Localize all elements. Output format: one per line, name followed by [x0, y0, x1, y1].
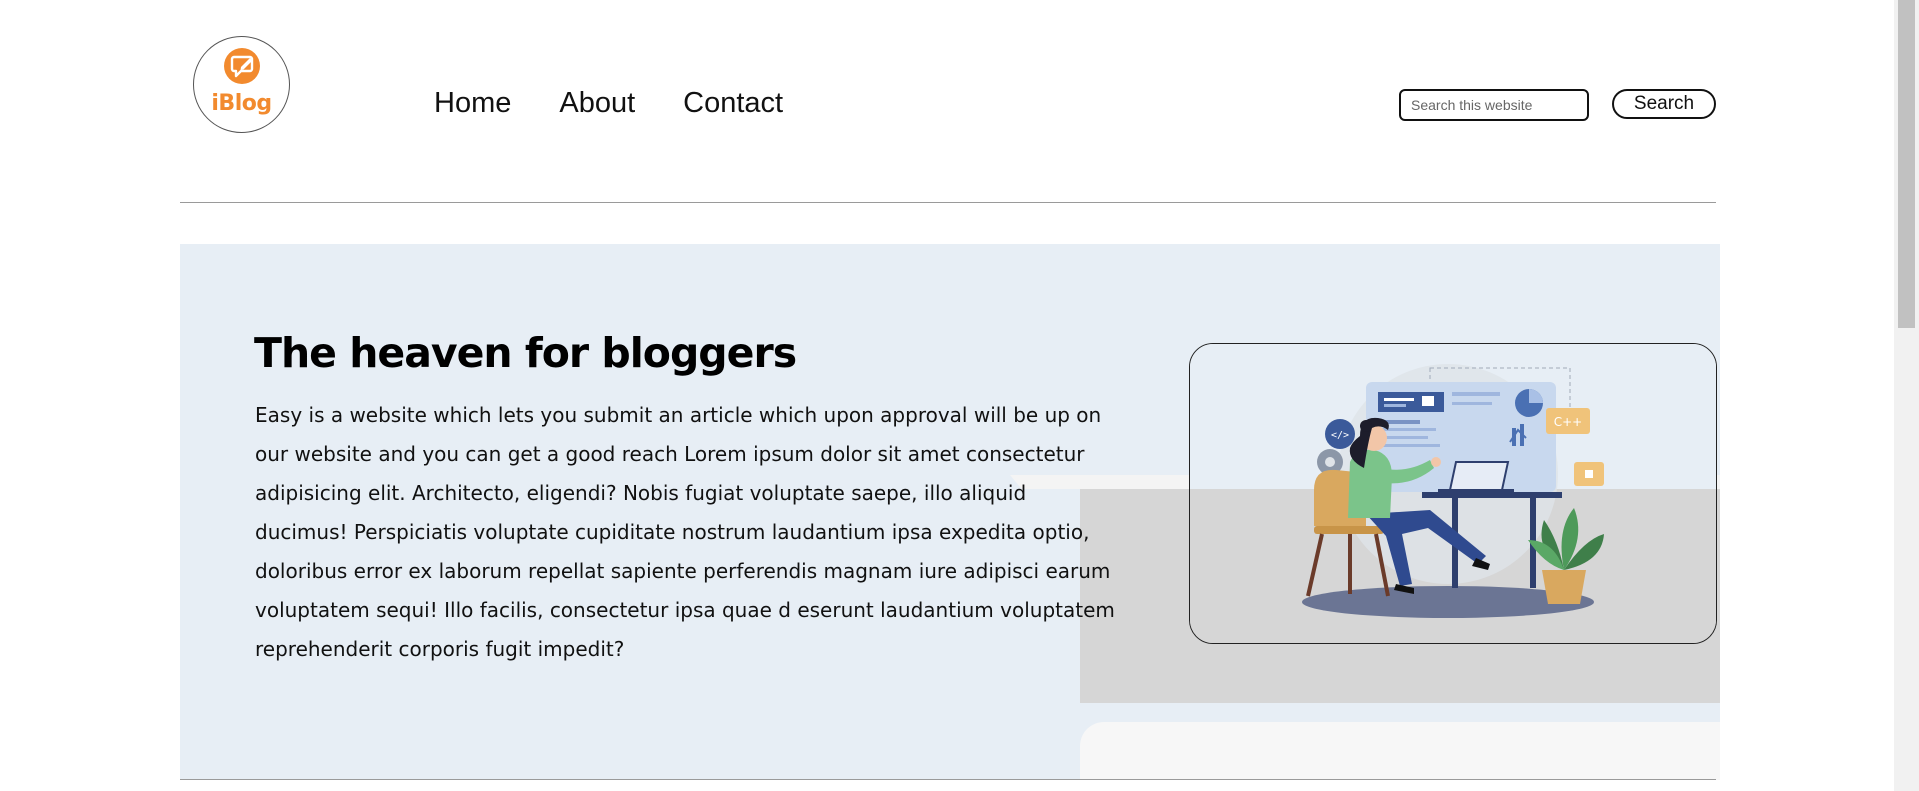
search-input[interactable] [1399, 89, 1589, 121]
hero-title: The heaven for bloggers [254, 329, 797, 377]
main-nav: Home About Contact [434, 83, 783, 123]
hero-text: Easy is a website which lets you submit … [255, 403, 1115, 661]
scrollbar-thumb[interactable] [1898, 0, 1915, 328]
code-badge-text: </> [1331, 430, 1349, 441]
nav-home-link[interactable]: Home [434, 83, 511, 123]
search-button[interactable]: Search [1612, 89, 1716, 119]
nav-about-link[interactable]: About [559, 83, 635, 123]
logo[interactable]: iBlog [193, 36, 290, 133]
section-divider [180, 779, 1716, 780]
logo-text: iBlog [211, 91, 272, 116]
page: iBlog Home About Contact Search The heav… [0, 0, 1919, 791]
page-scrollbar[interactable] [1894, 0, 1919, 791]
header-divider [180, 202, 1716, 203]
cpp-badge-text: C++ [1554, 415, 1583, 429]
nav-contact-link[interactable]: Contact [683, 83, 783, 123]
chat-edit-icon [224, 48, 260, 84]
hero-section: The heaven for bloggers Easy is a websit… [180, 244, 1720, 780]
woman-at-laptop-illustration: C++ </> [1189, 343, 1717, 644]
hero-background-lower [1080, 722, 1720, 780]
